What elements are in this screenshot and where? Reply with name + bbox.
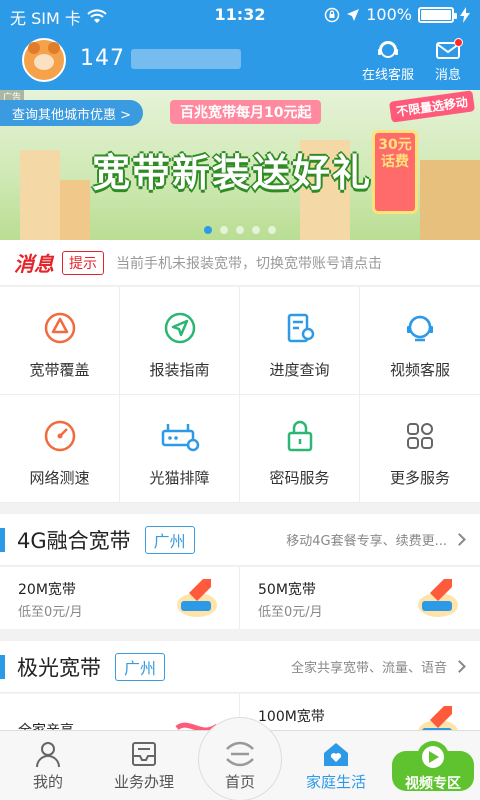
mail-icon-wrap <box>435 38 463 62</box>
service-label: 进度查询 <box>269 361 330 379</box>
china-mobile-logo-icon <box>226 741 254 767</box>
section-accent-bar <box>0 654 5 679</box>
section-title: 4G融合宽带 <box>17 528 131 553</box>
headset-service-icon <box>378 41 398 58</box>
phone-number: 147 <box>80 46 241 71</box>
tab-video[interactable]: 视频专区 <box>392 739 474 795</box>
speed-test-icon <box>44 420 75 452</box>
phone-prefix: 147 <box>80 46 125 71</box>
section-title: 极光宽带 <box>17 655 101 680</box>
service-label: 网络测速 <box>29 469 90 487</box>
avatar-ear-right <box>48 42 60 54</box>
carousel-dot[interactable] <box>204 226 212 234</box>
city-tag[interactable]: 广州 <box>144 525 195 554</box>
city-tag[interactable]: 广州 <box>115 652 166 681</box>
section-4g-header[interactable]: 4G融合宽带 广州 移动4G套餐专享、续费更... <box>0 514 480 566</box>
service-label: 更多服务 <box>389 469 450 487</box>
banner-title: 宽带新装送好礼 <box>92 151 373 195</box>
carousel-dot[interactable] <box>268 226 276 234</box>
section-aurora-header[interactable]: 极光宽带 广州 全家共享宽带、流量、语音 <box>0 641 480 693</box>
carousel-dots[interactable] <box>0 226 480 234</box>
section-subtitle: 全家共享宽带、流量、语音 <box>290 661 447 676</box>
rocket-promo-icon <box>177 579 217 617</box>
tab-label: 首页 <box>224 773 255 791</box>
other-city-button[interactable]: 查询其他城市优惠 > <box>0 100 144 126</box>
message-text: 当前手机未报装宽带，切换宽带账号请点击 <box>116 255 382 272</box>
tab-business[interactable]: 业务办理 <box>96 731 192 800</box>
lock-icon <box>287 420 312 452</box>
battery-percent: 100% <box>366 5 412 24</box>
rocket-promo-icon <box>418 579 458 617</box>
home-heart-icon <box>324 743 348 766</box>
charging-icon <box>460 6 470 23</box>
carousel-dot[interactable] <box>252 226 260 234</box>
banner-bonus: 30元话费 <box>372 130 418 214</box>
app-screen: 无 SIM 卡 11:32 100% 147 在线客服 消息 广告 查询其他城市… <box>0 0 480 800</box>
section-4g-products: 20M宽带 低至0元/月 50M宽带 低至0元/月 <box>0 567 480 629</box>
service-coverage[interactable]: 宽带覆盖 <box>0 287 120 395</box>
section-gap <box>0 629 480 641</box>
message-strip[interactable]: 消息 提示 当前手机未报装宽带，切换宽带账号请点击 <box>0 240 480 286</box>
product-card[interactable]: 50M宽带 低至0元/月 <box>240 567 480 629</box>
carousel-dot[interactable] <box>236 226 244 234</box>
online-service-button[interactable]: 在线客服 <box>356 38 420 83</box>
user-bar: 147 在线客服 消息 <box>0 30 480 90</box>
unread-badge <box>454 38 463 47</box>
chevron-right-icon <box>453 660 466 673</box>
service-speed-test[interactable]: 网络测速 <box>0 395 120 503</box>
guide-icon <box>164 312 195 344</box>
service-label: 密码服务 <box>269 469 330 487</box>
service-guide[interactable]: 报装指南 <box>120 287 240 395</box>
battery-icon <box>418 6 457 23</box>
service-label: 视频客服 <box>389 361 450 379</box>
tab-home[interactable]: 首页 <box>192 731 288 800</box>
chevron-right-icon <box>453 533 466 546</box>
app-header: 无 SIM 卡 11:32 100% 147 在线客服 消息 <box>0 0 480 90</box>
coverage-icon <box>44 312 75 344</box>
person-icon <box>36 742 60 768</box>
service-label: 光猫排障 <box>149 469 210 487</box>
rotation-lock-icon <box>325 7 340 22</box>
tab-label: 业务办理 <box>113 773 174 791</box>
video-service-icon <box>407 315 433 342</box>
messages-label: 消息 <box>434 68 461 83</box>
avatar[interactable] <box>22 38 66 82</box>
more-icon <box>407 423 433 449</box>
location-icon <box>347 8 360 21</box>
carousel-dot[interactable] <box>220 226 228 234</box>
tab-mine[interactable]: 我的 <box>0 731 96 800</box>
battery-fill <box>421 9 451 20</box>
section-gap <box>0 503 480 514</box>
modem-icon <box>161 424 199 452</box>
messages-button[interactable]: 消息 <box>428 38 468 83</box>
service-grid: 宽带覆盖 报装指南 进度查询 视频客服 网络测速 光猫排障 密码服务 更多服务 <box>0 287 480 503</box>
tab-label: 家庭生活 <box>305 773 366 791</box>
product-card[interactable]: 20M宽带 低至0元/月 <box>0 567 240 629</box>
progress-icon <box>287 313 314 343</box>
service-label: 宽带覆盖 <box>29 361 90 379</box>
status-bar: 无 SIM 卡 11:32 100% <box>0 0 480 30</box>
message-title: 消息 <box>14 252 54 276</box>
service-more[interactable]: 更多服务 <box>360 395 480 503</box>
avatar-ear-left <box>28 42 40 54</box>
banner-promo-line: 百兆宽带每月10元起 <box>170 100 322 124</box>
service-password[interactable]: 密码服务 <box>240 395 360 503</box>
promo-banner[interactable]: 广告 查询其他城市优惠 > 百兆宽带每月10元起 不限量选移动 宽带新装送好礼 … <box>0 90 480 240</box>
service-label: 报装指南 <box>149 361 210 379</box>
service-progress[interactable]: 进度查询 <box>240 287 360 395</box>
inbox-icon <box>132 742 156 766</box>
section-accent-bar <box>0 527 5 552</box>
section-subtitle: 移动4G套餐专享、续费更... <box>286 534 447 549</box>
service-video[interactable]: 视频客服 <box>360 287 480 395</box>
video-tab-label: 视频专区 <box>405 776 461 792</box>
status-right: 100% <box>324 5 470 24</box>
phone-number-mask <box>131 48 241 69</box>
avatar-face <box>34 54 54 70</box>
bottom-tab-bar: 我的 业务办理 首页 家庭生活 视频专区 <box>0 717 480 800</box>
service-modem[interactable]: 光猫排障 <box>120 395 240 503</box>
message-tag: 提示 <box>62 250 104 275</box>
tab-label: 我的 <box>32 773 63 791</box>
tab-family[interactable]: 家庭生活 <box>288 731 384 800</box>
online-service-label: 在线客服 <box>361 68 414 83</box>
